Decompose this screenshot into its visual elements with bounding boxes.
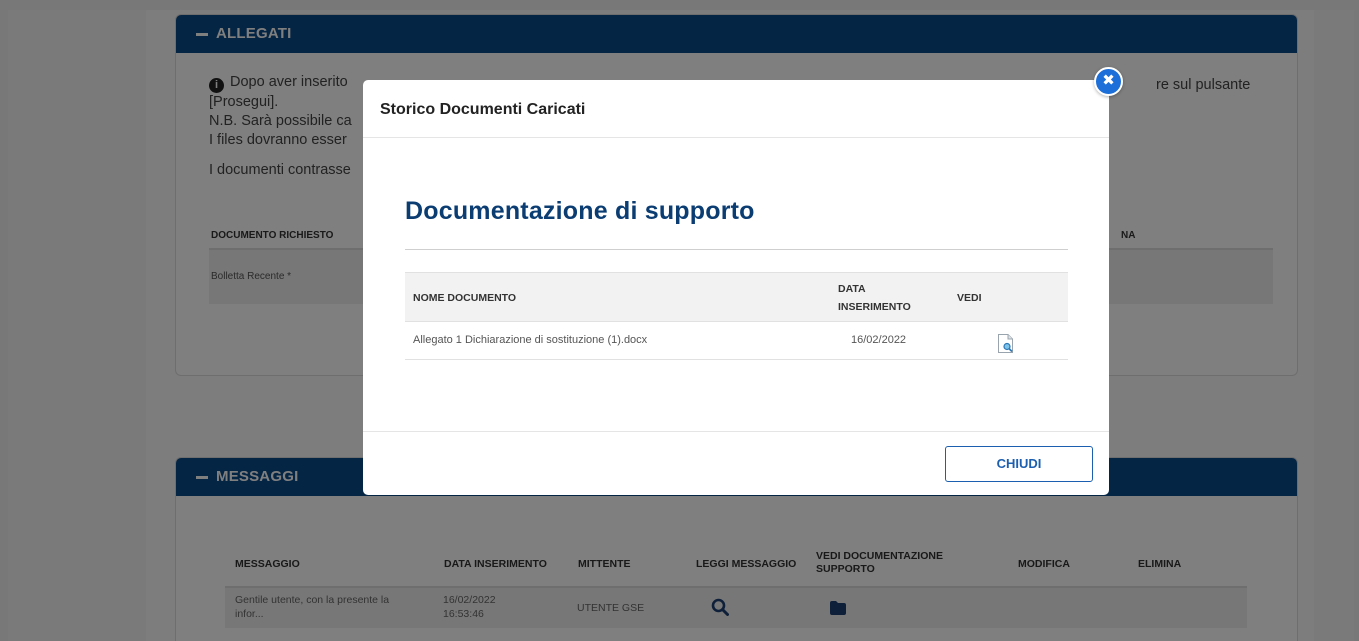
document-preview-icon[interactable]	[998, 334, 1013, 353]
table-row: Allegato 1 Dichiarazione di sostituzione…	[405, 322, 1068, 360]
modal-footer-divider	[363, 431, 1109, 432]
chiudi-button[interactable]: CHIUDI	[945, 446, 1093, 482]
col-vedi: VEDI	[957, 292, 982, 304]
storico-documenti-modal: Storico Documenti Caricati ✖ Documentazi…	[363, 67, 1123, 495]
col-data-inserimento: DATA INSERIMENTO	[838, 283, 911, 313]
document-date: 16/02/2022	[851, 334, 907, 346]
documents-table-header: NOME DOCUMENTO DATA INSERIMENTO VEDI	[405, 272, 1068, 322]
modal-title: Storico Documenti Caricati	[363, 80, 1109, 138]
section-divider	[405, 249, 1068, 250]
documents-table: NOME DOCUMENTO DATA INSERIMENTO VEDI All…	[405, 272, 1068, 360]
col-nome-documento: NOME DOCUMENTO	[413, 292, 517, 304]
close-icon[interactable]: ✖	[1094, 67, 1123, 96]
section-title: Documentazione di supporto	[405, 197, 755, 225]
document-name: Allegato 1 Dichiarazione di sostituzione…	[413, 334, 648, 346]
